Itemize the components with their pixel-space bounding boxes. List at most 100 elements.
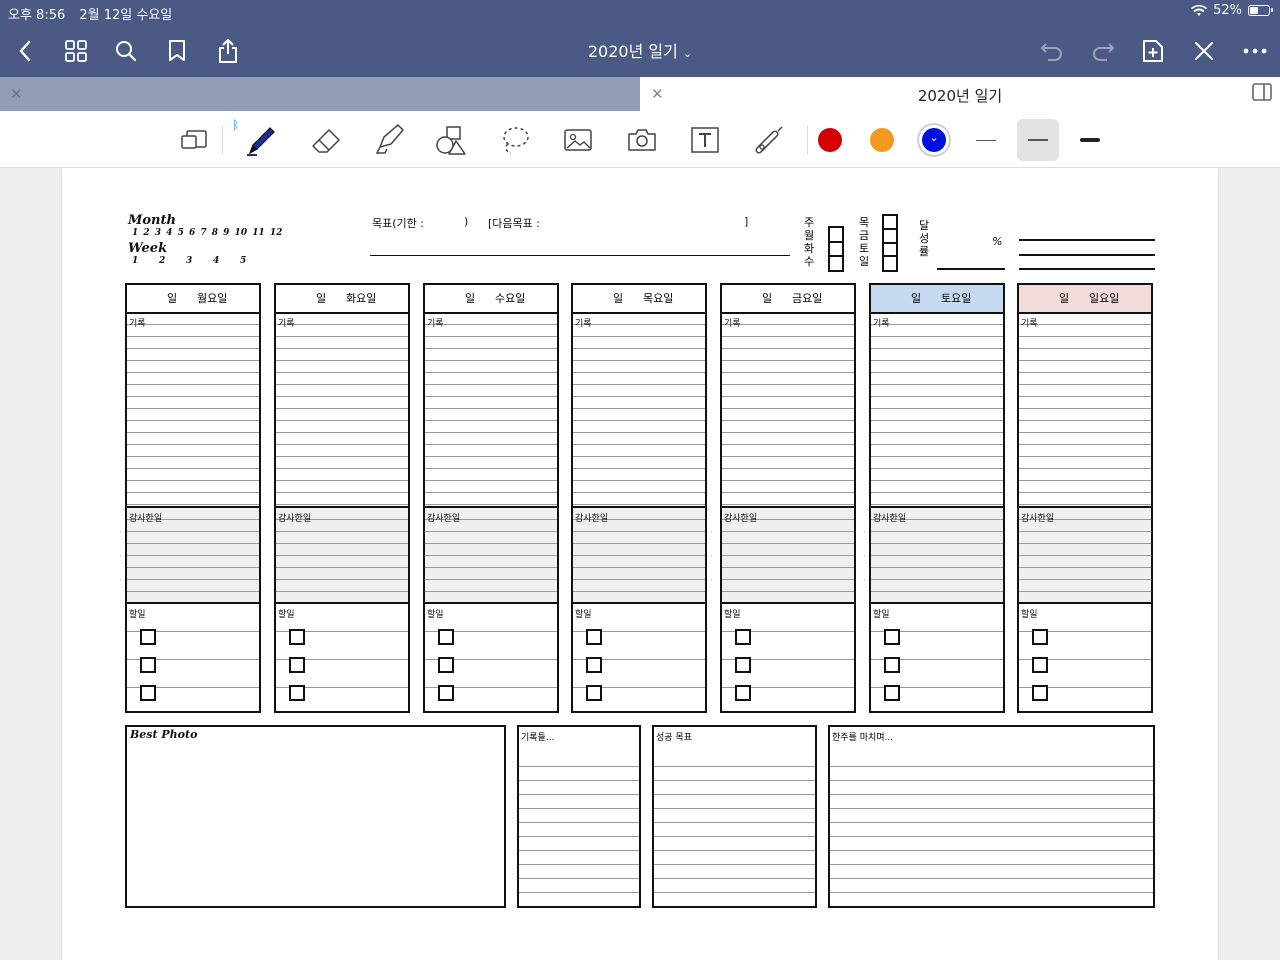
color-orange-swatch[interactable] xyxy=(870,128,894,152)
todo-checkbox[interactable] xyxy=(289,629,305,645)
record-section[interactable]: 기록 xyxy=(573,313,705,505)
todo-checkbox[interactable] xyxy=(140,657,156,673)
close-edit-button[interactable] xyxy=(1189,36,1219,66)
share-button[interactable] xyxy=(213,36,243,66)
day-column-3[interactable]: 일 수요일 기록 감사한일 할일 xyxy=(423,283,559,713)
stroke-thin[interactable] xyxy=(965,119,1007,161)
eraser-tool[interactable] xyxy=(306,120,346,160)
week-4[interactable]: 4 xyxy=(213,256,219,266)
text-tool[interactable] xyxy=(685,120,725,160)
day-column-1[interactable]: 일 월요일 기록 감사한일 할일 xyxy=(125,283,261,713)
record-section[interactable]: 기록 xyxy=(722,313,854,505)
redo-button[interactable] xyxy=(1088,36,1118,66)
todo-checkbox[interactable] xyxy=(438,657,454,673)
todo-checkbox[interactable] xyxy=(884,629,900,645)
week-2[interactable]: 2 xyxy=(159,256,165,266)
todo-checkbox[interactable] xyxy=(735,629,751,645)
tab-2[interactable]: ✕ 2020년 일기 xyxy=(640,77,1280,111)
freq-box-2[interactable] xyxy=(882,214,898,272)
record-section[interactable]: 기록 xyxy=(871,313,1003,505)
color-red-swatch[interactable] xyxy=(818,128,842,152)
achievement-underline[interactable] xyxy=(937,268,1005,270)
color-blue-swatch[interactable]: ⌄ xyxy=(922,128,946,152)
week-review-lines[interactable] xyxy=(830,753,1153,906)
todo-checkbox[interactable] xyxy=(1032,657,1048,673)
note-line-1[interactable] xyxy=(1019,239,1155,241)
day-column-2[interactable]: 일 화요일 기록 감사한일 할일 xyxy=(274,283,410,713)
camera-tool[interactable] xyxy=(622,120,662,160)
todo-checkbox[interactable] xyxy=(438,685,454,701)
todo-checkbox[interactable] xyxy=(140,685,156,701)
todo-section[interactable]: 할일 xyxy=(1019,602,1151,713)
todo-checkbox[interactable] xyxy=(1032,685,1048,701)
day-column-6[interactable]: 일 토요일 기록 감사한일 할일 xyxy=(869,283,1005,713)
success-goal-lines[interactable] xyxy=(654,753,815,906)
shapes-tool[interactable] xyxy=(431,120,471,160)
todo-section[interactable]: 할일 xyxy=(722,602,854,713)
stroke-medium[interactable] xyxy=(1017,119,1059,161)
split-view-icon[interactable] xyxy=(1252,83,1272,101)
week-review-box[interactable]: 한주를 마치며... xyxy=(828,725,1155,908)
gratitude-section[interactable]: 감사한일 xyxy=(276,506,408,604)
day-column-4[interactable]: 일 목요일 기록 감사한일 할일 xyxy=(571,283,707,713)
day-column-5[interactable]: 일 금요일 기록 감사한일 할일 xyxy=(720,283,856,713)
record-section[interactable]: 기록 xyxy=(1019,313,1151,505)
todo-checkbox[interactable] xyxy=(140,629,156,645)
freq-box-1[interactable] xyxy=(828,226,844,272)
todo-checkbox[interactable] xyxy=(735,685,751,701)
back-button[interactable] xyxy=(10,36,40,66)
gratitude-section[interactable]: 감사한일 xyxy=(871,506,1003,604)
gratitude-section[interactable]: 감사한일 xyxy=(722,506,854,604)
note-line-2[interactable] xyxy=(1019,254,1155,256)
todo-section[interactable]: 할일 xyxy=(871,602,1003,713)
record-section[interactable]: 기록 xyxy=(276,313,408,505)
todo-checkbox[interactable] xyxy=(586,629,602,645)
week-3[interactable]: 3 xyxy=(186,256,192,266)
week-5[interactable]: 5 xyxy=(240,256,246,266)
week-1[interactable]: 1 xyxy=(132,256,138,266)
search-button[interactable] xyxy=(111,36,141,66)
pen-tool[interactable]: ᛒ xyxy=(232,118,281,160)
todo-section[interactable]: 할일 xyxy=(573,602,705,713)
todo-section[interactable]: 할일 xyxy=(127,602,259,713)
todo-checkbox[interactable] xyxy=(884,657,900,673)
tab-1[interactable]: ✕ xyxy=(0,77,640,111)
add-page-button[interactable] xyxy=(1138,36,1168,66)
planner-page[interactable]: Month 1 2 3 4 5 6 7 8 9 10 11 12 Week 1 … xyxy=(62,168,1218,960)
todo-section[interactable]: 할일 xyxy=(425,602,557,713)
todo-checkbox[interactable] xyxy=(884,685,900,701)
document-title-menu[interactable]: 2020년 일기 ⌄ xyxy=(588,42,692,61)
todo-checkbox[interactable] xyxy=(735,657,751,673)
best-photo-box[interactable]: Best Photo xyxy=(125,725,506,908)
gratitude-section[interactable]: 감사한일 xyxy=(425,506,557,604)
gratitude-section[interactable]: 감사한일 xyxy=(573,506,705,604)
gratitude-section[interactable]: 감사한일 xyxy=(127,506,259,604)
success-goal-box[interactable]: 성공 목표 xyxy=(652,725,817,908)
gratitude-section[interactable]: 감사한일 xyxy=(1019,506,1151,604)
image-tool[interactable] xyxy=(558,120,598,160)
zoom-window-tool[interactable] xyxy=(174,120,214,160)
todo-checkbox[interactable] xyxy=(1032,629,1048,645)
note-line-3[interactable] xyxy=(1019,268,1155,270)
tab-1-close-icon[interactable]: ✕ xyxy=(10,85,23,103)
todo-checkbox[interactable] xyxy=(586,685,602,701)
todo-checkbox[interactable] xyxy=(438,629,454,645)
laser-pointer-tool[interactable] xyxy=(749,120,789,160)
todo-section[interactable]: 할일 xyxy=(276,602,408,713)
more-button[interactable] xyxy=(1240,36,1270,66)
thumbnails-button[interactable] xyxy=(61,36,91,66)
undo-button[interactable] xyxy=(1037,36,1067,66)
record-section[interactable]: 기록 xyxy=(425,313,557,505)
records-lines[interactable] xyxy=(519,753,639,906)
day-column-7[interactable]: 일 일요일 기록 감사한일 할일 xyxy=(1017,283,1153,713)
highlighter-tool[interactable] xyxy=(369,120,409,160)
document-canvas[interactable]: Month 1 2 3 4 5 6 7 8 9 10 11 12 Week 1 … xyxy=(0,168,1280,960)
lasso-tool[interactable] xyxy=(495,120,535,160)
stroke-thick[interactable] xyxy=(1069,119,1111,161)
todo-checkbox[interactable] xyxy=(586,657,602,673)
record-section[interactable]: 기록 xyxy=(127,313,259,505)
bookmark-button[interactable] xyxy=(162,36,192,66)
todo-checkbox[interactable] xyxy=(289,685,305,701)
todo-checkbox[interactable] xyxy=(289,657,305,673)
records-box[interactable]: 기록들... xyxy=(517,725,641,908)
